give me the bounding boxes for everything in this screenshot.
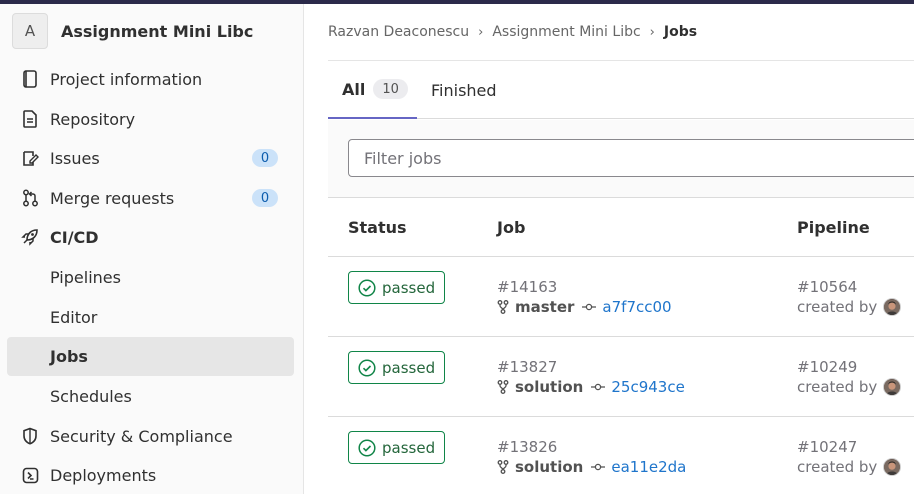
commit-icon	[582, 302, 597, 312]
tab-label: Finished	[431, 80, 497, 100]
filter-jobs-input[interactable]	[348, 139, 914, 177]
sidebar-item-label: Repository	[50, 109, 136, 129]
sidebar-item-label: Security & Compliance	[50, 426, 233, 446]
breadcrumb-link-owner[interactable]: Razvan Deaconescu	[328, 24, 469, 40]
status-label: passed	[382, 438, 436, 457]
pipeline-id-link[interactable]: #10249	[797, 358, 857, 376]
branch-link[interactable]: solution	[515, 458, 583, 476]
pipeline-creator: created by	[797, 297, 902, 317]
branch-link[interactable]: solution	[515, 378, 583, 396]
sidebar-subitem-editor[interactable]: Editor	[7, 298, 294, 336]
deployments-icon	[20, 465, 40, 485]
sidebar-item-label: CI/CD	[50, 227, 99, 247]
user-avatar[interactable]	[883, 298, 902, 316]
pipeline-creator: created by	[797, 377, 902, 397]
status-success-icon	[358, 358, 376, 377]
sidebar: A Assignment Mini Libc Project informati…	[0, 4, 304, 494]
tab-all[interactable]: All 10	[328, 61, 417, 119]
job-ref: master a7f7cc00	[497, 297, 672, 317]
main-content: Razvan Deaconescu › Assignment Mini Libc…	[305, 4, 914, 494]
pipeline-id-link[interactable]: #10247	[797, 438, 857, 456]
sidebar-item-label: Editor	[50, 307, 98, 327]
column-header-job: Job	[497, 218, 526, 237]
job-id-link[interactable]: #14163	[497, 278, 557, 296]
commit-icon	[591, 462, 606, 472]
status-badge[interactable]: passed	[348, 351, 446, 384]
column-header-status: Status	[348, 218, 407, 237]
merge-requests-count-badge: 0	[252, 189, 278, 207]
issues-count-badge: 0	[252, 149, 278, 167]
chevron-right-icon: ›	[478, 24, 484, 40]
pipeline-creator: created by	[797, 457, 902, 477]
branch-icon	[497, 460, 509, 474]
status-badge[interactable]: passed	[348, 431, 446, 464]
breadcrumb: Razvan Deaconescu › Assignment Mini Libc…	[328, 22, 697, 42]
commit-sha-link[interactable]: ea11e2da	[611, 458, 686, 476]
sidebar-item-security-compliance[interactable]: Security & Compliance	[7, 417, 294, 455]
sidebar-item-label: Jobs	[50, 347, 88, 366]
sidebar-item-project-information[interactable]: Project information	[7, 60, 294, 98]
rocket-icon	[20, 227, 40, 247]
status-label: passed	[382, 278, 436, 297]
tab-label: All	[342, 79, 366, 99]
job-ref: solution 25c943ce	[497, 377, 685, 397]
sidebar-item-deployments[interactable]: Deployments	[7, 456, 294, 494]
project-name[interactable]: Assignment Mini Libc	[61, 22, 253, 41]
status-badge[interactable]: passed	[348, 271, 446, 304]
job-tabs: All 10 Finished	[328, 61, 914, 119]
merge-request-icon	[20, 188, 40, 208]
sidebar-item-merge-requests[interactable]: Merge requests 0	[7, 179, 294, 217]
commit-icon	[591, 382, 606, 392]
filter-bar	[328, 120, 914, 198]
sidebar-item-label: Merge requests	[50, 188, 175, 208]
document-icon	[20, 109, 40, 129]
sidebar-item-label: Schedules	[50, 386, 132, 406]
sidebar-subitem-pipelines[interactable]: Pipelines	[7, 258, 294, 296]
status-success-icon	[358, 278, 376, 297]
tab-count-badge: 10	[373, 79, 408, 99]
created-by-label: created by	[797, 298, 878, 316]
breadcrumb-link-project[interactable]: Assignment Mini Libc	[492, 24, 640, 40]
breadcrumb-current[interactable]: Jobs	[664, 24, 697, 40]
sidebar-subitem-schedules[interactable]: Schedules	[7, 377, 294, 415]
status-success-icon	[358, 438, 376, 457]
status-label: passed	[382, 358, 436, 377]
sidebar-subitem-jobs[interactable]: Jobs	[7, 337, 294, 376]
chevron-right-icon: ›	[649, 24, 655, 40]
issues-icon	[20, 148, 40, 168]
sidebar-item-label: Project information	[50, 69, 203, 89]
job-ref: solution ea11e2da	[497, 457, 686, 477]
created-by-label: created by	[797, 378, 878, 396]
user-avatar[interactable]	[883, 458, 902, 476]
table-header: Status Job Pipeline	[328, 199, 914, 257]
project-info-icon	[20, 69, 40, 89]
pipeline-id-link[interactable]: #10564	[797, 278, 857, 296]
branch-icon	[497, 380, 509, 394]
commit-sha-link[interactable]: 25c943ce	[611, 378, 684, 396]
sidebar-item-repository[interactable]: Repository	[7, 100, 294, 138]
jobs-table: Status Job Pipeline passed #14163 master	[328, 199, 914, 494]
column-header-pipeline: Pipeline	[797, 218, 870, 237]
branch-link[interactable]: master	[515, 298, 574, 316]
sidebar-item-label: Deployments	[50, 465, 157, 485]
project-header[interactable]: A Assignment Mini Libc	[12, 13, 253, 49]
sidebar-item-label: Issues	[50, 148, 100, 168]
table-row: passed #13827 solution 25c943ce #10249 c…	[328, 337, 914, 417]
job-id-link[interactable]: #13827	[497, 358, 557, 376]
commit-sha-link[interactable]: a7f7cc00	[602, 298, 671, 316]
user-avatar[interactable]	[883, 378, 902, 396]
sidebar-item-issues[interactable]: Issues 0	[7, 139, 294, 177]
job-id-link[interactable]: #13826	[497, 438, 557, 456]
table-row: passed #13826 solution ea11e2da #10247 c…	[328, 417, 914, 494]
table-row: passed #14163 master a7f7cc00 #10564 cre…	[328, 257, 914, 337]
created-by-label: created by	[797, 458, 878, 476]
sidebar-item-ci-cd[interactable]: CI/CD	[7, 218, 294, 256]
tab-finished[interactable]: Finished	[431, 61, 497, 119]
shield-icon	[20, 426, 40, 446]
branch-icon	[497, 300, 509, 314]
project-avatar[interactable]: A	[12, 13, 48, 49]
sidebar-item-label: Pipelines	[50, 267, 121, 287]
